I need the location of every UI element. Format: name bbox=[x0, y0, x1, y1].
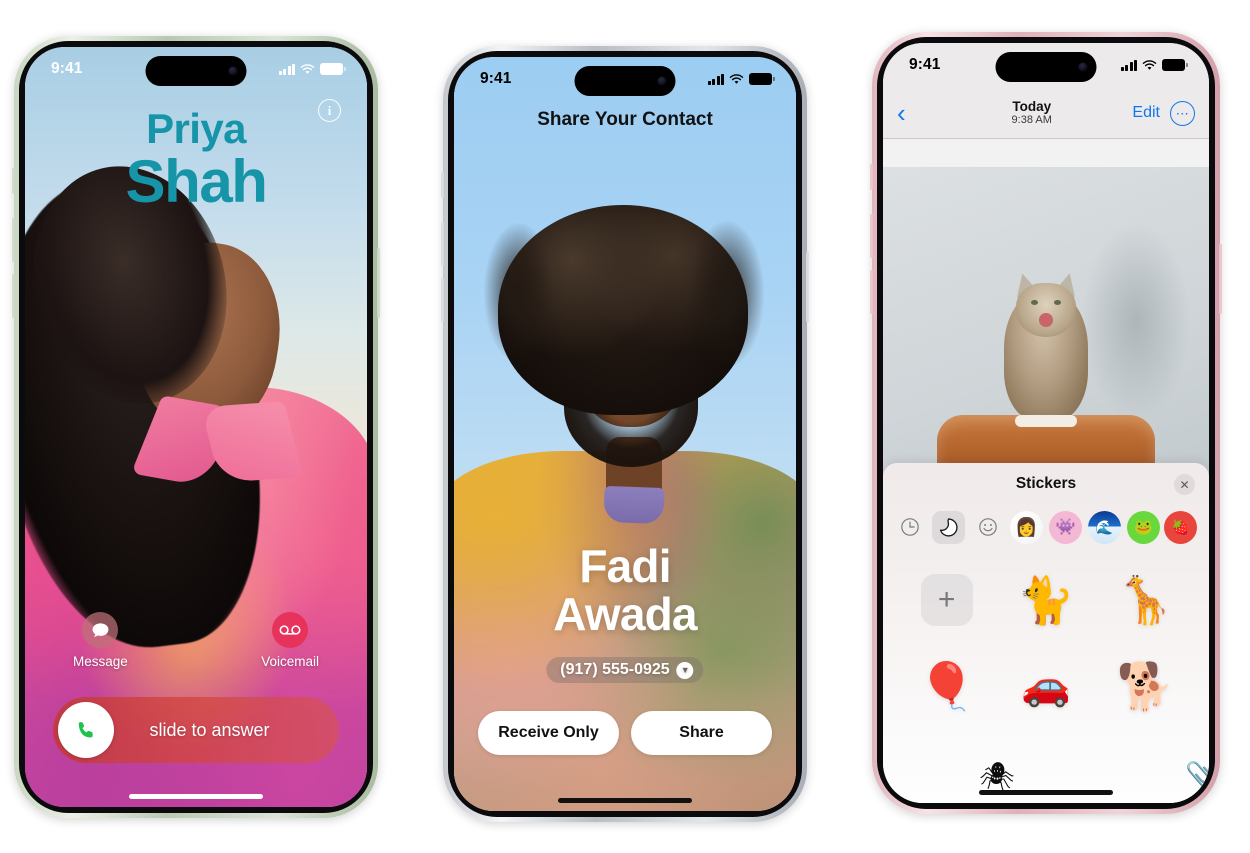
pack-tab-3[interactable]: 🌊 bbox=[1088, 510, 1121, 544]
smiley-icon bbox=[978, 518, 997, 536]
sticker-pack-icon: 👩 bbox=[1015, 516, 1038, 537]
phone-incoming-call: 9:41 i Priya Shah Message Voicemail slid… bbox=[12, 36, 380, 818]
sticker-category-tabs: 👩 👾 🌊 🐸 🍓 bbox=[883, 505, 1209, 549]
chevron-left-icon[interactable]: ‹ bbox=[897, 100, 931, 126]
sticker-dog-sunglasses[interactable]: 🐕 bbox=[1108, 649, 1182, 723]
power-button[interactable] bbox=[806, 252, 809, 322]
sticker-pack-icon: 🐸 bbox=[1134, 519, 1153, 536]
mute-switch[interactable] bbox=[441, 172, 444, 198]
dynamic-island bbox=[574, 66, 676, 96]
sticker-giraffe-image: 🦒 bbox=[1116, 574, 1174, 626]
contact-last-name: Awada bbox=[553, 588, 697, 640]
phone-screen: 9:41 Share Your Contact Fadi Awada (917)… bbox=[454, 57, 796, 811]
close-icon[interactable]: ✕ bbox=[1174, 474, 1195, 495]
sticker-giraffe[interactable]: 🦒 bbox=[1108, 563, 1182, 637]
phone-handset-icon bbox=[78, 721, 93, 737]
answer-call-knob[interactable] bbox=[58, 702, 114, 758]
sticker-hot-air-balloon-image: 🎈 bbox=[918, 660, 976, 712]
phone-share-contact: 9:41 Share Your Contact Fadi Awada (917)… bbox=[441, 46, 809, 822]
voicemail-action-label: Voicemail bbox=[261, 654, 319, 669]
home-indicator[interactable] bbox=[558, 798, 692, 803]
receive-only-button[interactable]: Receive Only bbox=[478, 711, 619, 755]
contact-name: Fadi Awada bbox=[454, 543, 796, 637]
home-indicator[interactable] bbox=[979, 790, 1113, 795]
mute-switch[interactable] bbox=[870, 164, 873, 190]
stickers-panel: Stickers ✕ 👩 👾 🌊 🐸 🍓 + 🐈 🦒 🎈 🚗 🐕 🕷 📎 bbox=[883, 463, 1209, 803]
caller-last-name: Shah bbox=[125, 147, 267, 215]
phone-messages-stickers: 9:41 ‹ Today 9:38 AM Edit ⋯ Stickers ✕ 👩… bbox=[870, 32, 1222, 814]
message-action[interactable]: Message bbox=[73, 612, 128, 669]
sticker-red-car[interactable]: 🚗 bbox=[1009, 649, 1083, 723]
sticker-pack-icon: 👾 bbox=[1055, 519, 1076, 536]
sticker-pack-icon: 🌊 bbox=[1095, 518, 1114, 535]
front-camera-icon bbox=[228, 66, 238, 76]
my-stickers-tab[interactable] bbox=[932, 510, 965, 544]
nav-day-label: Today bbox=[1012, 98, 1052, 114]
stickers-grid: + 🐈 🦒 🎈 🚗 🐕 bbox=[883, 553, 1209, 781]
sticker-hot-air-balloon[interactable]: 🎈 bbox=[910, 649, 984, 723]
contact-phone-selector[interactable]: (917) 555-0925 ▼ bbox=[546, 657, 704, 683]
sticker-partial-paperclip-image: 📎 bbox=[1185, 761, 1209, 792]
sticker-cat[interactable]: 🐈 bbox=[1009, 563, 1083, 637]
power-button[interactable] bbox=[1219, 244, 1222, 314]
navigation-bar: ‹ Today 9:38 AM Edit ⋯ bbox=[883, 87, 1209, 139]
call-info-button[interactable]: i bbox=[318, 99, 341, 122]
message-bubble-icon bbox=[82, 612, 119, 648]
sticker-dog-sunglasses-image: 🐕 bbox=[1116, 660, 1174, 712]
caller-name: Priya Shah bbox=[25, 105, 367, 215]
share-contact-title: Share Your Contact bbox=[537, 109, 713, 130]
sticker-partial-spider-image: 🕷 bbox=[979, 761, 1015, 792]
volume-down-button[interactable] bbox=[441, 278, 444, 322]
recents-tab[interactable] bbox=[893, 511, 926, 544]
sticker-peel-icon bbox=[939, 517, 958, 537]
dynamic-island bbox=[995, 52, 1097, 82]
sticker-pack-icon: 🍓 bbox=[1171, 518, 1190, 535]
nav-time-label: 9:38 AM bbox=[1011, 114, 1052, 127]
clock-icon bbox=[900, 518, 919, 536]
phone-screen: 9:41 i Priya Shah Message Voicemail slid… bbox=[25, 47, 367, 807]
message-action-label: Message bbox=[73, 654, 128, 669]
chevron-down-icon: ▼ bbox=[676, 661, 694, 679]
add-sticker-cell[interactable]: + bbox=[910, 563, 984, 637]
pack-tab-5[interactable]: 🍓 bbox=[1164, 510, 1197, 544]
caller-first-name: Priya bbox=[146, 105, 246, 152]
call-actions: Message Voicemail bbox=[25, 612, 367, 669]
volume-down-button[interactable] bbox=[12, 274, 15, 318]
dynamic-island bbox=[145, 56, 247, 86]
voicemail-icon bbox=[272, 612, 309, 648]
emoji-tab[interactable] bbox=[971, 511, 1004, 544]
add-sticker-button[interactable]: + bbox=[920, 574, 973, 626]
screenshot-stage: 9:41 i Priya Shah Message Voicemail slid… bbox=[0, 0, 1250, 853]
contact-phone-number: (917) 555-0925 bbox=[560, 661, 670, 678]
volume-up-button[interactable] bbox=[12, 218, 15, 262]
pack-tab-2[interactable]: 👾 bbox=[1049, 510, 1082, 544]
volume-up-button[interactable] bbox=[441, 222, 444, 266]
mute-switch[interactable] bbox=[12, 168, 15, 194]
power-button[interactable] bbox=[377, 248, 380, 318]
volume-down-button[interactable] bbox=[870, 270, 873, 314]
sticker-cat-image: 🐈 bbox=[1017, 574, 1075, 626]
nav-title-block: Today 9:38 AM bbox=[931, 99, 1132, 128]
contact-first-name: Fadi bbox=[579, 540, 671, 592]
home-indicator[interactable] bbox=[129, 794, 263, 799]
stickers-panel-header: Stickers bbox=[883, 463, 1209, 505]
photo-attachment[interactable] bbox=[883, 167, 1209, 487]
front-camera-icon bbox=[657, 76, 667, 86]
voicemail-action[interactable]: Voicemail bbox=[261, 612, 319, 669]
pack-tab-4[interactable]: 🐸 bbox=[1127, 510, 1160, 544]
messages-content-strip bbox=[883, 139, 1209, 167]
phone-screen: 9:41 ‹ Today 9:38 AM Edit ⋯ Stickers ✕ 👩… bbox=[883, 43, 1209, 803]
share-contact-buttons: Receive Only Share bbox=[478, 711, 772, 755]
slide-to-answer-label: slide to answer bbox=[149, 719, 270, 740]
share-button[interactable]: Share bbox=[631, 711, 772, 755]
volume-up-button[interactable] bbox=[870, 214, 873, 258]
slide-to-answer-slider[interactable]: slide to answer bbox=[53, 697, 339, 763]
stickers-panel-title: Stickers bbox=[1015, 475, 1077, 492]
sticker-red-car-image: 🚗 bbox=[1021, 664, 1071, 708]
ellipsis-icon[interactable]: ⋯ bbox=[1170, 100, 1195, 126]
pack-tab-1[interactable]: 👩 bbox=[1010, 510, 1043, 544]
edit-button[interactable]: Edit bbox=[1132, 104, 1160, 122]
front-camera-icon bbox=[1078, 62, 1088, 72]
